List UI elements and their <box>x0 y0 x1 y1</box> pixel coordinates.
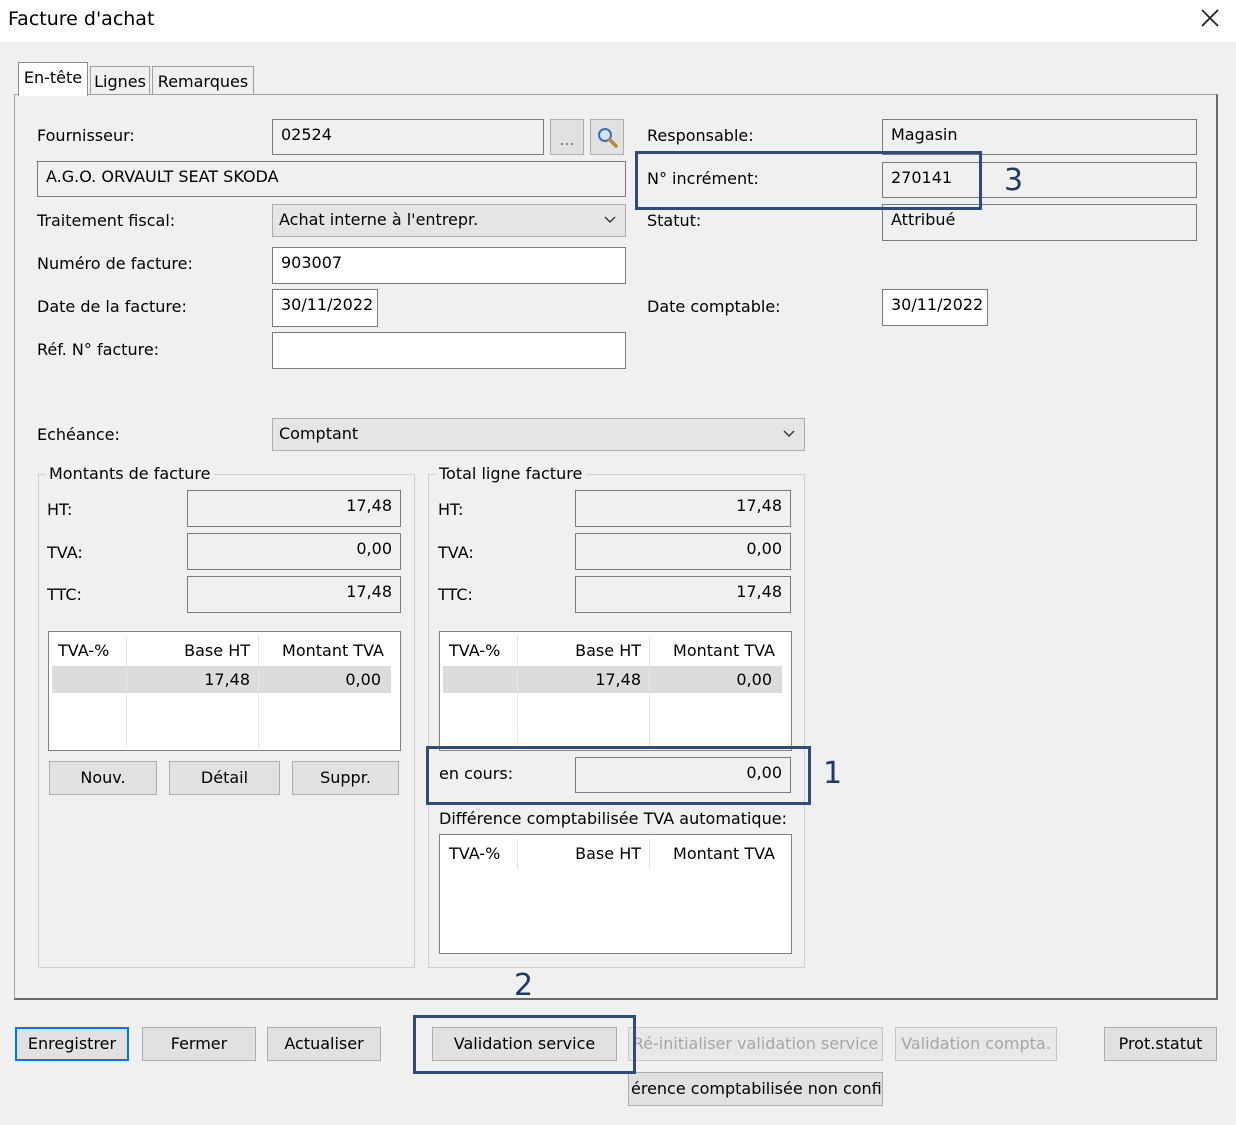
grid-header-montant: Montant TVA <box>673 844 775 863</box>
grid-divider <box>649 839 650 869</box>
date-comptable-input[interactable]: 30/11/2022 <box>882 289 988 326</box>
grid-header-montant: Montant TVA <box>282 641 384 660</box>
responsable-field: Magasin <box>882 119 1197 155</box>
annotation-box-1 <box>426 746 811 805</box>
montants-group-title: Montants de facture <box>45 464 215 483</box>
grid-divider <box>258 636 259 748</box>
close-icon[interactable] <box>1196 4 1224 32</box>
difference-non-confirm-button[interactable]: érence comptabilisée non confirn <box>628 1072 883 1106</box>
validation-compta-button[interactable]: Validation compta. <box>895 1027 1057 1061</box>
search-icon <box>598 128 618 148</box>
grid-cell-montant: 0,00 <box>345 670 381 689</box>
numero-facture-input[interactable]: 903007 <box>272 247 626 284</box>
grid-header-tva: TVA-% <box>58 641 110 660</box>
nouv-button[interactable]: Nouv. <box>49 761 157 795</box>
montants-ht-label: HT: <box>47 500 73 519</box>
traitement-fiscal-value: Achat interne à l'entrepr. <box>279 210 479 229</box>
tab-lignes[interactable]: Lignes <box>90 66 150 94</box>
traitement-fiscal-select[interactable]: Achat interne à l'entrepr. <box>272 204 626 237</box>
total-tva-field: 0,00 <box>575 533 791 570</box>
grid-divider <box>517 636 518 748</box>
echeance-value: Comptant <box>279 424 359 443</box>
annotation-label-1: 1 <box>823 756 843 791</box>
total-ttc-field: 17,48 <box>575 576 791 613</box>
grid-header-tva: TVA-% <box>449 844 501 863</box>
fournisseur-field[interactable]: 02524 <box>272 119 544 155</box>
annotation-label-2: 2 <box>514 968 534 1003</box>
grid-header-montant: Montant TVA <box>673 641 775 660</box>
total-ligne-group-title: Total ligne facture <box>435 464 587 483</box>
montants-ttc-label: TTC: <box>47 585 82 604</box>
montants-ht-field: 17,48 <box>187 490 401 527</box>
browse-button[interactable]: ... <box>550 119 584 155</box>
actualiser-button[interactable]: Actualiser <box>267 1027 381 1061</box>
detail-button[interactable]: Détail <box>169 761 280 795</box>
grid-cell-montant: 0,00 <box>736 670 772 689</box>
chevron-down-icon <box>782 421 796 458</box>
echeance-select[interactable]: Comptant <box>272 418 805 451</box>
title-bar <box>0 0 1236 42</box>
prot-statut-button[interactable]: Prot.statut <box>1104 1027 1217 1061</box>
montants-tva-label: TVA: <box>47 543 83 562</box>
reinit-validation-button[interactable]: Ré-initialiser validation service <box>628 1027 883 1061</box>
chevron-down-icon <box>603 207 617 244</box>
ref-facture-input[interactable] <box>272 332 626 369</box>
grid-header-base: Base HT <box>575 641 641 660</box>
grid-header-tva: TVA-% <box>449 641 501 660</box>
tab-remarques[interactable]: Remarques <box>152 66 254 94</box>
enregistrer-button[interactable]: Enregistrer <box>15 1027 129 1061</box>
date-facture-label: Date de la facture: <box>37 297 187 316</box>
date-comptable-label: Date comptable: <box>647 297 781 316</box>
grid-header-base: Base HT <box>575 844 641 863</box>
grid-divider <box>517 839 518 869</box>
annotation-box-2 <box>413 1015 636 1074</box>
search-button[interactable] <box>590 119 624 155</box>
statut-label: Statut: <box>647 211 702 230</box>
suppr-button[interactable]: Suppr. <box>292 761 399 795</box>
total-ht-field: 17,48 <box>575 490 791 527</box>
total-ttc-label: TTC: <box>438 585 473 604</box>
fermer-button[interactable]: Fermer <box>142 1027 256 1061</box>
echeance-label: Echéance: <box>37 425 120 444</box>
montants-tva-field: 0,00 <box>187 533 401 570</box>
fournisseur-label: Fournisseur: <box>37 126 135 145</box>
total-ht-label: HT: <box>438 500 464 519</box>
tab-en-tete[interactable]: En-tête <box>18 62 88 96</box>
grid-divider <box>649 636 650 748</box>
grid-header-base: Base HT <box>184 641 250 660</box>
window-title: Facture d'achat <box>8 8 155 30</box>
annotation-box-3 <box>635 151 982 210</box>
responsable-label: Responsable: <box>647 126 754 145</box>
numero-facture-label: Numéro de facture: <box>37 254 193 273</box>
grid-cell-base: 17,48 <box>595 670 641 689</box>
date-facture-input[interactable]: 30/11/2022 <box>272 289 378 327</box>
annotation-label-3: 3 <box>1004 163 1024 198</box>
difference-tva-label: Différence comptabilisée TVA automatique… <box>439 809 787 828</box>
traitement-fiscal-label: Traitement fiscal: <box>37 211 176 230</box>
grid-divider <box>126 636 127 748</box>
grid-cell-base: 17,48 <box>204 670 250 689</box>
total-tva-label: TVA: <box>438 543 474 562</box>
fournisseur-name-field: A.G.O. ORVAULT SEAT SKODA <box>37 161 626 197</box>
ref-facture-label: Réf. N° facture: <box>37 340 160 359</box>
montants-ttc-field: 17,48 <box>187 576 401 613</box>
